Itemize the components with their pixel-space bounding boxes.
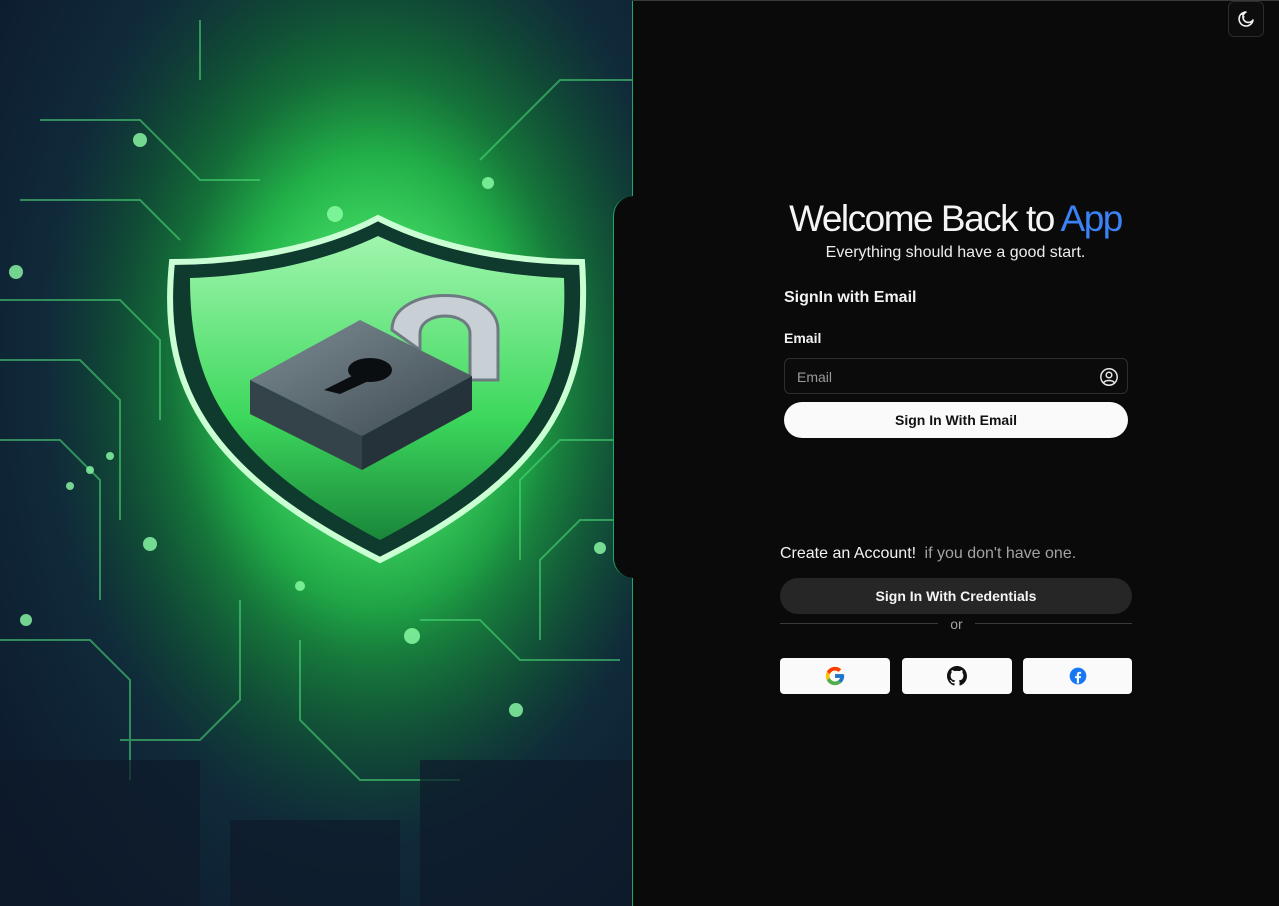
user-circle-icon [1100,368,1118,386]
google-icon [825,666,845,686]
sign-in-credentials-button[interactable]: Sign In With Credentials [780,578,1132,614]
email-field-container [784,358,1128,395]
moon-stars-icon [1238,11,1254,27]
title-accent: App [1060,198,1124,239]
divider-left [780,623,938,624]
github-sign-in-button[interactable] [902,658,1012,694]
github-icon [947,666,967,686]
title-main: Welcome Back to [789,198,1055,239]
hero-image [0,0,633,906]
email-input[interactable] [785,359,1099,395]
top-border [632,0,1279,1]
facebook-icon [1069,667,1086,685]
divider-right [975,623,1132,624]
create-account-hint: if you don't have one. [924,545,1077,562]
theme-toggle-button[interactable] [1228,1,1264,37]
google-sign-in-button[interactable] [780,658,890,694]
create-account-text: Create an Account! if you don't have one… [780,545,1076,563]
panel-notch [613,196,634,578]
create-account-link[interactable]: Create an Account! [780,545,916,562]
security-shield-illustration [0,0,632,906]
email-label: Email [784,330,822,346]
page-subtitle: Everything should have a good start. [825,244,1086,261]
sign-in-email-button[interactable]: Sign In With Email [784,402,1128,438]
divider-or-text: or [950,616,963,632]
page-title: Welcome Back to App [632,198,1279,240]
email-section-title: SignIn with Email [784,289,917,306]
facebook-sign-in-button[interactable] [1023,658,1132,694]
